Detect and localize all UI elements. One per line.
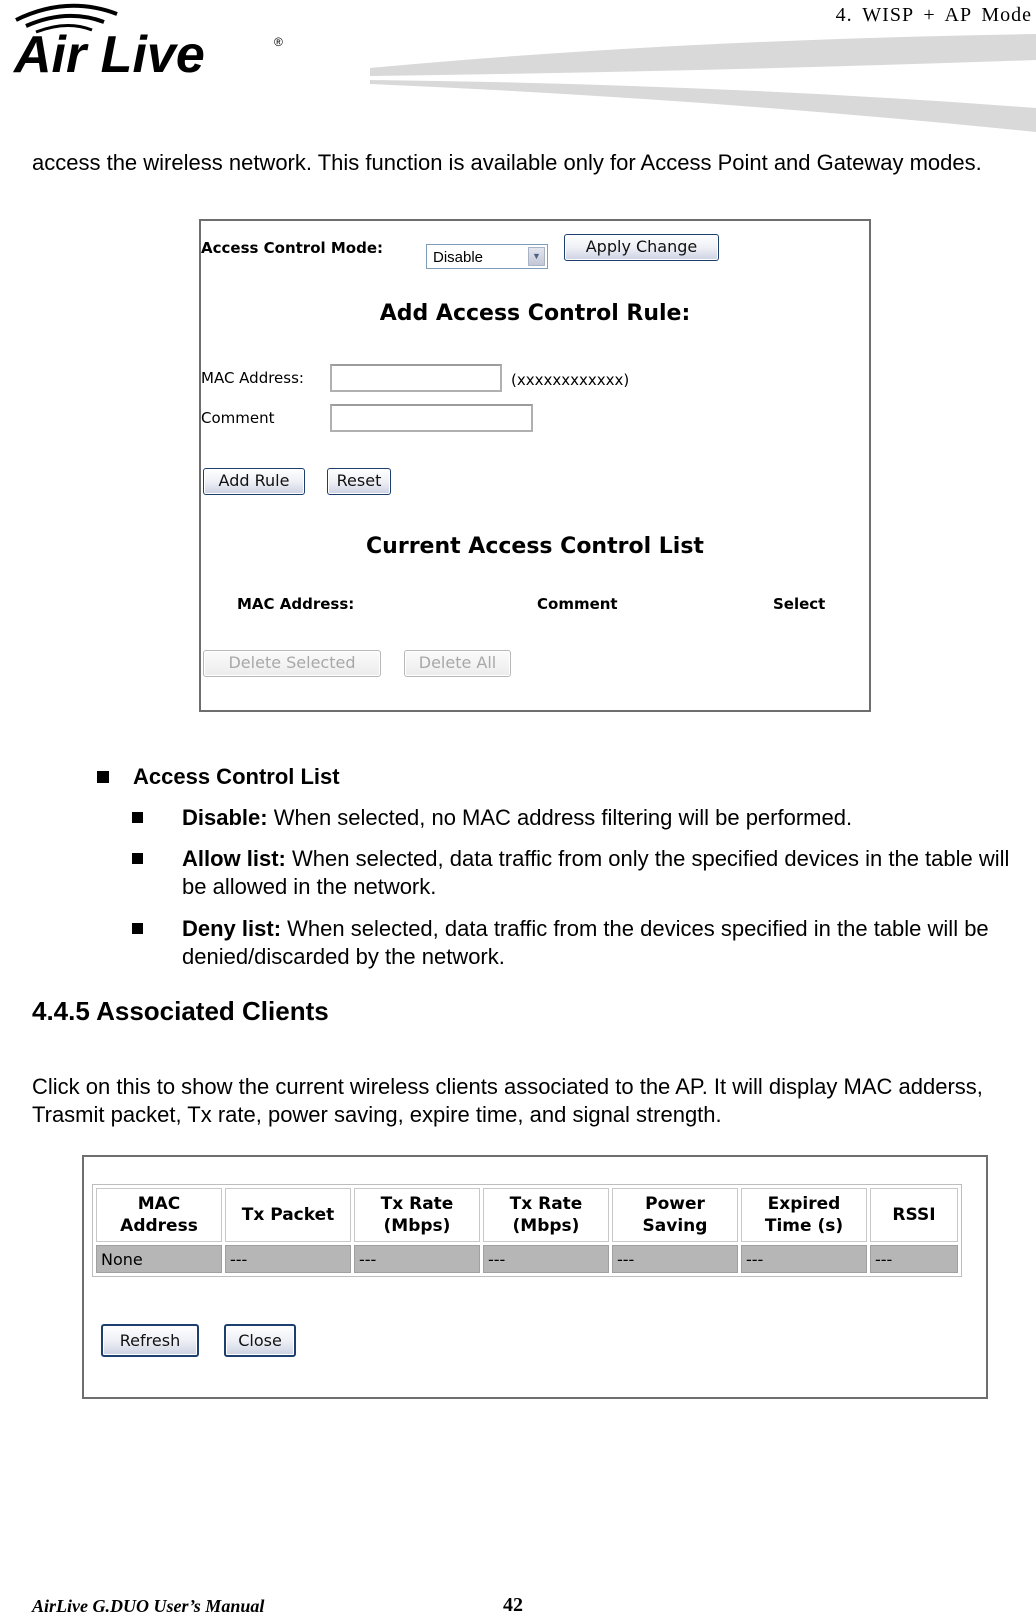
header-rssi: RSSI — [870, 1188, 958, 1242]
svg-text:Air Live: Air Live — [12, 26, 205, 84]
comment-label: Comment — [201, 409, 275, 427]
header-swoosh-decoration — [370, 34, 1036, 132]
header-tx-rate-2: Tx Rate (Mbps) — [483, 1188, 609, 1242]
bullet-icon — [132, 923, 143, 934]
bullet-icon — [97, 771, 109, 783]
header-tx-rate: Tx Rate (Mbps) — [354, 1188, 480, 1242]
intro-paragraph: access the wireless network. This functi… — [32, 150, 982, 175]
bullet-desc: When selected, data traffic from the dev… — [182, 916, 989, 969]
cell-rssi: --- — [870, 1245, 958, 1273]
mac-address-label: MAC Address: — [201, 369, 304, 387]
access-control-screenshot: Access Control Mode: Disable ▼ Apply Cha… — [199, 219, 871, 712]
bullet-icon — [132, 853, 143, 864]
bullet-disable: Disable: When selected, no MAC address f… — [182, 804, 1032, 832]
column-select: Select — [773, 595, 826, 613]
bullet-desc: When selected, no MAC address filtering … — [267, 805, 853, 830]
bullet-term: Deny list: — [182, 916, 282, 941]
select-value: Disable — [433, 249, 484, 266]
cell-expired-time: --- — [741, 1245, 867, 1273]
associated-clients-screenshot: MAC Address Tx Packet Tx Rate (Mbps) Tx … — [82, 1155, 988, 1399]
cell-power-saving: --- — [612, 1245, 738, 1273]
cell-tx-packet: --- — [225, 1245, 351, 1273]
comment-input[interactable] — [330, 404, 533, 432]
bullet-term: Allow list: — [182, 846, 286, 871]
table-header-row: MAC Address Tx Packet Tx Rate (Mbps) Tx … — [96, 1188, 958, 1242]
add-rule-heading: Add Access Control Rule: — [379, 301, 691, 326]
cell-tx-rate-2: --- — [483, 1245, 609, 1273]
chapter-title: 4. WISP + AP Mode — [835, 4, 1032, 26]
header-expired-time: Expired Time (s) — [741, 1188, 867, 1242]
access-control-mode-label: Access Control Mode: — [201, 239, 384, 257]
bullet-term: Disable: — [182, 805, 268, 830]
bullet-icon — [132, 812, 143, 823]
cell-tx-rate: --- — [354, 1245, 480, 1273]
mac-address-input[interactable] — [330, 364, 502, 392]
bullet-main: Access Control List — [133, 764, 340, 789]
column-mac-address: MAC Address: — [237, 595, 355, 613]
footer-manual-title: AirLive G.DUO User’s Manual — [32, 1596, 265, 1616]
apply-change-button[interactable]: Apply Change — [564, 234, 719, 261]
page-number: 42 — [503, 1594, 523, 1616]
delete-all-button[interactable]: Delete All — [404, 650, 511, 677]
mac-format-hint: (xxxxxxxxxxxx) — [511, 371, 630, 389]
bullet-deny-list: Deny list: When selected, data traffic f… — [182, 915, 1032, 971]
reset-button[interactable]: Reset — [327, 468, 391, 495]
header-tx-packet: Tx Packet — [225, 1188, 351, 1242]
add-rule-button[interactable]: Add Rule — [203, 468, 305, 495]
current-list-heading: Current Access Control List — [366, 534, 704, 559]
cell-mac-address: None — [96, 1245, 222, 1273]
refresh-button[interactable]: Refresh — [101, 1324, 199, 1357]
bullet-allow-list: Allow list: When selected, data traffic … — [182, 845, 1032, 901]
header-mac-address: MAC Address — [96, 1188, 222, 1242]
access-control-mode-select[interactable]: Disable ▼ — [426, 244, 548, 269]
section-title: 4.4.5 Associated Clients — [32, 996, 329, 1026]
clients-table: MAC Address Tx Packet Tx Rate (Mbps) Tx … — [92, 1184, 962, 1277]
table-row: None --- --- --- --- --- --- — [96, 1245, 958, 1273]
section-body: Click on this to show the current wirele… — [32, 1074, 983, 1127]
close-button[interactable]: Close — [224, 1324, 296, 1357]
bullet-desc: When selected, data traffic from only th… — [182, 846, 1010, 899]
svg-text:®: ® — [274, 35, 283, 49]
airlive-logo: Air Live ® — [12, 3, 283, 84]
delete-selected-button[interactable]: Delete Selected — [203, 650, 381, 677]
chevron-down-icon[interactable]: ▼ — [528, 247, 545, 266]
column-comment: Comment — [537, 595, 618, 613]
header-power-saving: Power Saving — [612, 1188, 738, 1242]
